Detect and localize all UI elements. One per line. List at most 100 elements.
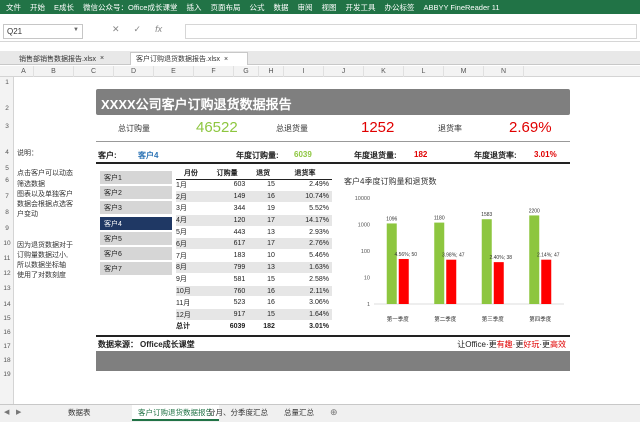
row-header[interactable]: 12 — [0, 270, 14, 277]
customer-item[interactable]: 客户5 — [100, 231, 172, 245]
table-row: 8月 799 13 1.63% — [176, 261, 332, 274]
table-row: 7月 183 10 5.46% — [176, 249, 332, 263]
column-header[interactable]: B — [34, 66, 74, 77]
table-cell: 182 — [248, 320, 278, 333]
fx-button[interactable]: fx — [155, 24, 162, 35]
customer-item[interactable]: 客户7 — [100, 262, 172, 276]
add-sheet-icon[interactable]: ⊕ — [330, 407, 338, 418]
ribbon-tab[interactable]: 公式 — [249, 2, 273, 13]
return-rate-label: 2.40%; 38 — [489, 255, 512, 261]
bar-value-label: 2200 — [529, 208, 540, 214]
column-header[interactable]: E — [154, 66, 194, 77]
ribbon-tab[interactable]: 办公标签 — [384, 2, 423, 13]
row-header[interactable]: 15 — [0, 315, 14, 322]
customer-item[interactable]: 客户6 — [100, 246, 172, 260]
table-cell: 17 — [248, 214, 278, 227]
row-header[interactable]: 9 — [0, 225, 14, 232]
scroll-left-icon[interactable]: ◀ — [4, 408, 9, 416]
ribbon-tab[interactable]: 微信公众号：Office成长课堂 — [83, 2, 186, 13]
file-tab[interactable]: 销售部销售数据报告.xlsx × — [14, 52, 122, 65]
note-line: 所以数据坐标轴 — [17, 262, 66, 270]
ribbon-tab[interactable]: 插入 — [186, 2, 210, 13]
row-header[interactable]: 16 — [0, 329, 14, 336]
ribbon-tab[interactable]: 数据 — [273, 2, 297, 13]
close-icon[interactable]: × — [100, 55, 104, 62]
ribbon-tab[interactable]: 页面布局 — [210, 2, 249, 13]
file-tab[interactable]: 客户订购退货数据报告.xlsx × — [130, 52, 248, 65]
column-title: 月份 — [176, 168, 206, 180]
ribbon-tab[interactable]: 文件 — [6, 2, 30, 13]
row-header[interactable]: 17 — [0, 343, 14, 350]
row-header[interactable]: 19 — [0, 371, 14, 378]
name-box[interactable]: Q21 ▼ — [3, 24, 83, 39]
column-header[interactable]: N — [484, 66, 524, 77]
slogan-part: 好玩 — [523, 340, 540, 349]
ribbon-tab[interactable]: 开始 — [30, 2, 54, 13]
row-header[interactable]: 14 — [0, 301, 14, 308]
column-header[interactable]: L — [404, 66, 444, 77]
customer-item[interactable]: 客户4 — [100, 216, 172, 230]
row-header[interactable]: 10 — [0, 240, 14, 247]
column-header[interactable]: C — [74, 66, 114, 77]
scroll-right-icon[interactable]: ▶ — [16, 408, 21, 416]
file-tabs: 销售部销售数据报告.xlsx × 客户订购退货数据报告.xlsx × — [0, 51, 640, 65]
table-cell: 1.63% — [277, 261, 332, 274]
note-line — [17, 231, 73, 241]
row-header[interactable]: 11 — [0, 255, 14, 262]
return-rate-value: 2.69% — [509, 119, 552, 136]
ribbon-tab[interactable]: 开发工具 — [345, 2, 384, 13]
table-cell: 5月 — [176, 226, 206, 239]
sheet-tab[interactable]: 数据表 — [62, 405, 97, 421]
order-total-value: 46522 — [196, 119, 238, 136]
row-header[interactable]: 8 — [0, 209, 14, 216]
order-total-label: 总订购量 — [118, 124, 150, 133]
ribbon-tab[interactable]: E成长 — [54, 2, 83, 13]
table-row: 1月 603 15 2.49% — [176, 179, 332, 192]
return-total-value: 1252 — [361, 119, 395, 136]
column-header[interactable]: M — [444, 66, 484, 77]
notes: 说明： 点击客户可以动态 筛选数据 图表以及单独客户 数据会根据点选客 户变动 因为退货数据… — [17, 149, 73, 281]
close-icon[interactable]: × — [224, 56, 228, 63]
row-header[interactable]: 18 — [0, 357, 14, 364]
row-header[interactable]: 13 — [0, 285, 14, 292]
table-cell: 7月 — [176, 249, 206, 263]
ribbon-tab[interactable]: 视图 — [321, 2, 345, 13]
ribbon-tab[interactable]: 审阅 — [297, 2, 321, 13]
table-row: 5月 443 13 2.93% — [176, 226, 332, 239]
column-header[interactable]: D — [114, 66, 154, 77]
column-header[interactable]: I — [284, 66, 324, 77]
customer-item[interactable]: 客户1 — [100, 171, 172, 184]
row-header[interactable]: 4 — [0, 149, 14, 156]
chevron-down-icon[interactable]: ▼ — [73, 27, 79, 33]
column-header[interactable]: J — [324, 66, 364, 77]
row-header[interactable]: 3 — [0, 123, 14, 130]
slogan: 让Office·更有趣·更好玩·更高效 — [457, 339, 566, 350]
cancel-icon[interactable]: ✕ — [112, 24, 120, 35]
row-header[interactable]: 2 — [0, 105, 14, 112]
annual-rate-label: 年度退货率: — [474, 151, 517, 160]
row-header[interactable]: 7 — [0, 193, 14, 200]
formula-input[interactable] — [185, 24, 637, 39]
column-header[interactable]: F — [194, 66, 234, 77]
chart-svg: 客户4季度订购量和退货数 10000 1000 100 10 1 1096 4.56%; 50… — [344, 176, 564, 323]
column-header[interactable]: H — [259, 66, 284, 77]
note-line: 说明： — [17, 150, 38, 157]
column-header[interactable]: K — [364, 66, 404, 77]
annual-order-label: 年度订购量: — [236, 151, 279, 160]
confirm-icon[interactable]: ✓ — [134, 24, 142, 35]
table-cell: 16 — [248, 190, 278, 204]
report-footer: 数据来源： Office成长课堂 让Office·更有趣·更好玩·更高效 — [96, 335, 570, 349]
column-header[interactable]: A — [14, 66, 34, 77]
customer-item[interactable]: 客户2 — [100, 186, 172, 200]
row-header[interactable]: 1 — [0, 79, 14, 86]
row-header[interactable]: 5 — [0, 165, 14, 172]
bar-returns — [446, 259, 457, 304]
sheet-tab[interactable]: 总量汇总 — [278, 405, 320, 421]
customer-item[interactable]: 客户3 — [100, 201, 172, 215]
row-header[interactable]: 6 — [0, 177, 14, 184]
column-header[interactable]: G — [234, 66, 259, 77]
sheet-tab[interactable]: 分月、分季度汇总 — [202, 405, 274, 421]
column-title: 退货率 — [277, 168, 332, 180]
ribbon-tab[interactable]: ABBYY FineReader 11 — [423, 3, 508, 12]
table-cell: 总计 — [176, 320, 206, 333]
